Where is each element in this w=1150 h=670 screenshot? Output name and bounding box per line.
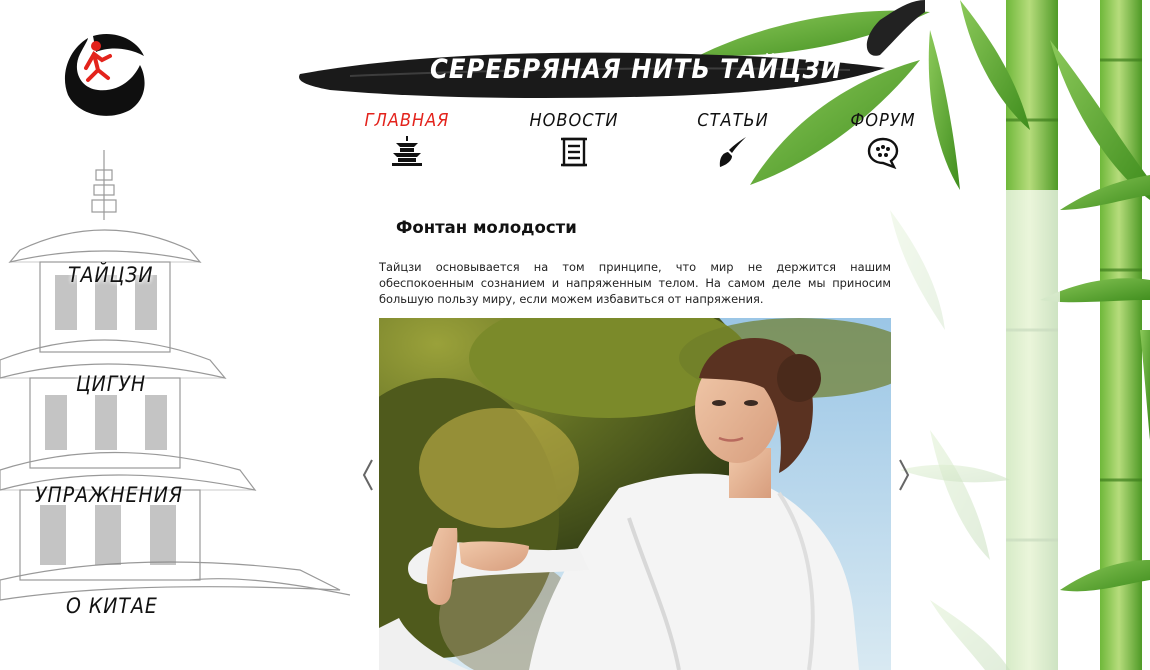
side-item-qigong[interactable]: ЦИГУН [76, 372, 146, 396]
nav-item-news[interactable]: НОВОСТИ [519, 110, 629, 169]
article-text: Тайцзи основывается на том принципе, что… [379, 260, 891, 306]
nav-item-forum[interactable]: ФОРУМ [828, 110, 938, 169]
side-item-about-china[interactable]: О КИТАЕ [66, 594, 158, 618]
pagoda-icon [392, 136, 422, 166]
nav-item-home[interactable]: ГЛАВНАЯ [352, 110, 462, 169]
side-item-exercises[interactable]: УПРАЖНЕНИЯ [35, 483, 183, 507]
article-title[interactable]: Фонтан молодости [396, 218, 577, 237]
carousel-prev-arrow[interactable] [360, 458, 376, 492]
brush-icon [719, 137, 746, 167]
nav-item-label: НОВОСТИ [529, 110, 619, 131]
speech-bubble-icon [867, 137, 899, 169]
side-menu: ТАЙЦЗИ ЦИГУН УПРАЖНЕНИЯ О КИТАЕ [0, 0, 260, 670]
scroll-icon [561, 137, 587, 167]
nav-item-articles[interactable]: СТАТЬИ [678, 110, 788, 169]
nav-item-label: СТАТЬИ [697, 110, 769, 131]
top-navigation: ГЛАВНАЯ НОВОСТИ СТАТЬИ ФОРУМ [350, 110, 930, 180]
site-title[interactable]: СЕРЕБРЯНАЯ НИТЬ ТАЙЦЗИ [430, 54, 842, 85]
nav-item-label: ФОРУМ [850, 110, 916, 131]
article-photo [379, 318, 891, 670]
nav-item-label: ГЛАВНАЯ [364, 110, 450, 131]
carousel-next-arrow[interactable] [896, 458, 912, 492]
side-item-taiji[interactable]: ТАЙЦЗИ [68, 263, 154, 287]
